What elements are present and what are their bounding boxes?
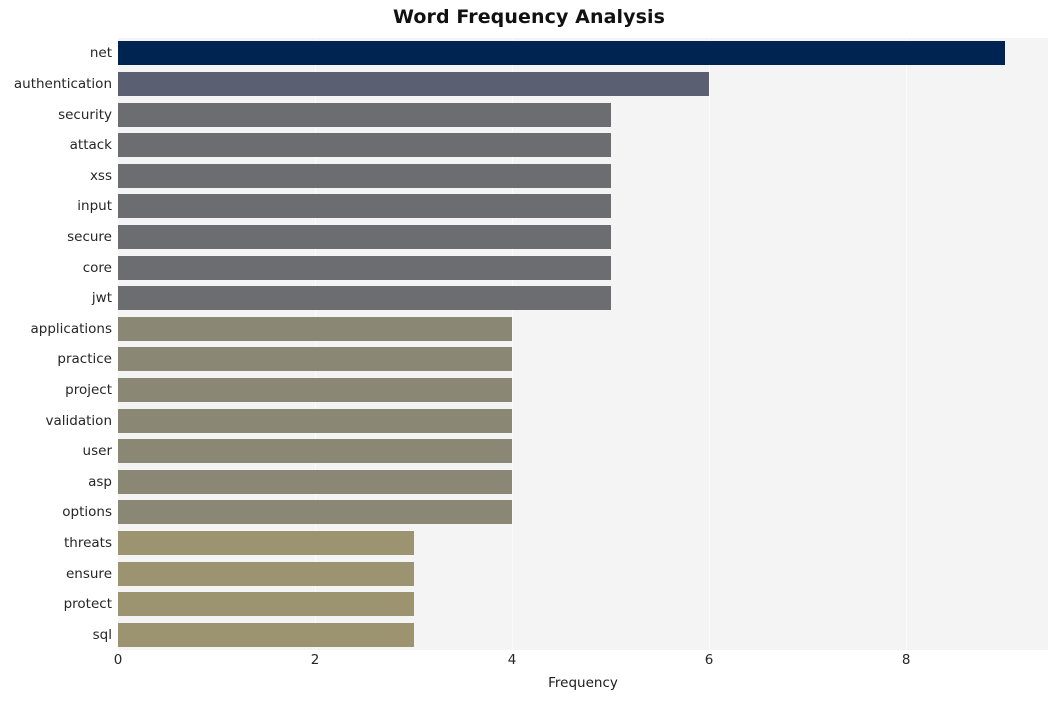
x-tick-label: 6	[704, 652, 714, 668]
bar	[118, 347, 513, 372]
gridline-x	[512, 38, 514, 650]
y-tick-label: user	[82, 443, 112, 460]
x-axis-title: Frequency	[548, 675, 618, 691]
y-tick-label: net	[89, 45, 112, 62]
bar	[118, 133, 611, 158]
chart-figure: Word Frequency Analysis net authenticatio…	[0, 0, 1058, 701]
bar	[118, 255, 611, 280]
bar	[118, 286, 611, 311]
bar	[118, 469, 513, 494]
gridline-x	[315, 38, 317, 650]
y-tick-label: practice	[57, 351, 112, 368]
bar	[118, 163, 611, 188]
x-axis-tick-labels: 0 2 4 6 8	[0, 652, 1058, 674]
bar	[118, 102, 611, 127]
y-tick-label: secure	[67, 228, 112, 245]
bar	[118, 41, 1005, 66]
y-tick-label: ensure	[65, 565, 112, 582]
y-tick-label: asp	[88, 473, 112, 490]
chart-title: Word Frequency Analysis	[392, 6, 666, 28]
x-tick-label: 2	[310, 652, 320, 668]
x-tick-label: 8	[901, 652, 911, 668]
y-tick-label: xss	[89, 167, 112, 184]
bar	[118, 500, 513, 525]
y-tick-label: authentication	[13, 75, 112, 92]
y-tick-label: core	[82, 259, 112, 276]
bar	[118, 439, 513, 464]
x-tick-label: 4	[507, 652, 517, 668]
bar	[118, 408, 513, 433]
y-tick-label: project	[65, 381, 112, 398]
gridline-x	[709, 38, 711, 650]
y-tick-label: threats	[63, 534, 112, 551]
bar	[118, 71, 710, 96]
y-tick-label: attack	[69, 137, 112, 154]
bar	[118, 530, 414, 555]
bar	[118, 316, 513, 341]
y-tick-label: applications	[30, 320, 112, 337]
bar	[118, 377, 513, 402]
gridline-x	[906, 38, 908, 650]
bar	[118, 592, 414, 617]
y-tick-label: input	[77, 198, 112, 215]
y-tick-label: security	[58, 106, 112, 123]
y-tick-label: validation	[45, 412, 112, 429]
y-tick-label: jwt	[91, 290, 112, 307]
bar	[118, 561, 414, 586]
x-tick-label: 0	[113, 652, 123, 668]
y-tick-label: options	[62, 504, 112, 521]
bar	[118, 194, 611, 219]
bar	[118, 622, 414, 647]
y-tick-label: protect	[63, 596, 112, 613]
y-axis-tick-labels: net authentication security attack xss input s…	[0, 38, 112, 650]
y-tick-label: sql	[92, 626, 112, 643]
bar	[118, 224, 611, 249]
plot-area	[118, 38, 1048, 650]
